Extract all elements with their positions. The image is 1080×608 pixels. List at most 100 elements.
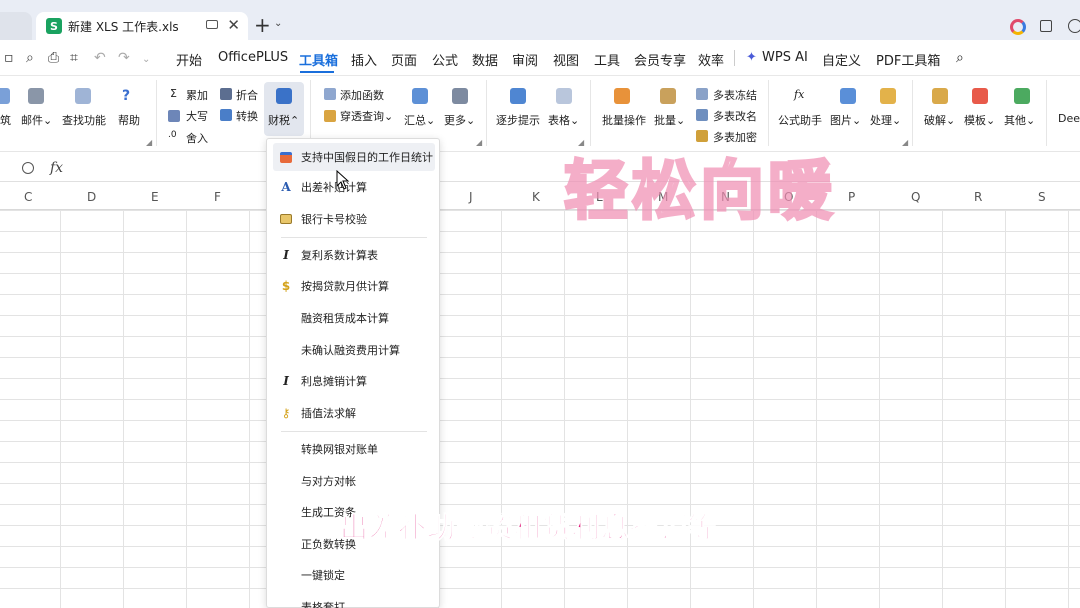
add-function-button[interactable]: 添加函数 xyxy=(340,87,384,103)
menu-page[interactable]: 页面 xyxy=(391,50,417,69)
process-button[interactable]: 处理⌄ xyxy=(870,112,901,128)
print-preview-icon[interactable]: ⌗ xyxy=(70,50,78,66)
column-header[interactable]: S xyxy=(1038,190,1046,204)
find-icon[interactable] xyxy=(75,88,91,104)
picture-icon[interactable] xyxy=(840,88,856,104)
menu-wps-ai[interactable]: WPS AI xyxy=(762,50,808,65)
menu-item-lease-cost[interactable]: 融资租赁成本计算 xyxy=(273,304,435,332)
mail-icon[interactable] xyxy=(28,88,44,104)
menu-formula[interactable]: 公式 xyxy=(432,50,458,69)
menu-item-compound-interest[interactable]: I 复利系数计算表 xyxy=(273,241,435,269)
other-icon[interactable] xyxy=(1014,88,1030,104)
column-header[interactable]: R xyxy=(974,190,982,204)
column-header[interactable]: F xyxy=(214,190,221,204)
column-header[interactable]: C xyxy=(24,190,32,204)
deepseek-button[interactable]: Deep xyxy=(1058,112,1080,125)
spreadsheet-grid[interactable] xyxy=(0,210,1080,608)
menu-member[interactable]: 会员专享 xyxy=(634,50,686,69)
drill-query-button[interactable]: 穿透查询⌄ xyxy=(340,108,393,124)
new-tab-button[interactable]: + xyxy=(254,15,271,35)
menu-item-table-print[interactable]: 表格套打 xyxy=(273,593,435,608)
print-icon[interactable]: ⎙ xyxy=(48,50,59,66)
column-header[interactable]: J xyxy=(469,190,473,204)
template-icon[interactable] xyxy=(972,88,988,104)
undo-icon[interactable]: ↶ xyxy=(94,50,106,66)
menu-home[interactable]: 开始 xyxy=(176,50,202,69)
template-button[interactable]: 模板⌄ xyxy=(964,112,995,128)
find-function-button[interactable]: 查找功能 xyxy=(62,112,106,128)
export-icon[interactable]: ⌕ xyxy=(26,50,34,66)
formula-helper-button[interactable]: 公式助手 xyxy=(778,112,822,128)
more-button[interactable]: 更多⌄ xyxy=(444,112,475,128)
menu-tools[interactable]: 工具 xyxy=(594,50,620,69)
multi-rename-button[interactable]: 多表改名 xyxy=(713,108,757,124)
menu-toolbox[interactable]: 工具箱 xyxy=(299,50,338,69)
picture-button[interactable]: 图片⌄ xyxy=(830,112,861,128)
more-icon[interactable] xyxy=(452,88,468,104)
step-hint-button[interactable]: 逐步提示 xyxy=(496,112,540,128)
crack-button[interactable]: 破解⌄ xyxy=(924,112,955,128)
menu-officeplus[interactable]: OfficePLUS xyxy=(218,50,288,65)
group-expand-icon[interactable]: ◢ xyxy=(146,138,152,147)
menu-data[interactable]: 数据 xyxy=(472,50,498,69)
daxie-button[interactable]: 大写 xyxy=(186,108,208,124)
monitor-icon[interactable] xyxy=(206,20,218,29)
account-icon[interactable] xyxy=(1068,19,1080,33)
save-icon[interactable]: ▫ xyxy=(4,50,14,66)
crack-icon[interactable] xyxy=(932,88,948,104)
help-icon[interactable]: ? xyxy=(122,88,130,104)
menu-pdf-toolbox[interactable]: PDF工具箱 xyxy=(876,50,940,69)
menu-insert[interactable]: 插入 xyxy=(351,50,377,69)
table-button[interactable]: 表格⌄ xyxy=(548,112,579,128)
zoom-icon[interactable] xyxy=(22,162,34,174)
column-header[interactable]: E xyxy=(151,190,159,204)
column-header[interactable]: D xyxy=(87,190,96,204)
mail-button[interactable]: 邮件⌄ xyxy=(21,112,52,128)
process-icon[interactable] xyxy=(880,88,896,104)
zhehe-button[interactable]: 折合 xyxy=(236,87,258,103)
menu-item-one-click-lock[interactable]: 一键锁定 xyxy=(273,561,435,589)
help-button[interactable]: 帮助 xyxy=(118,112,140,128)
column-header[interactable]: K xyxy=(532,190,540,204)
wps-assistant-icon[interactable] xyxy=(1010,19,1026,35)
leijia-button[interactable]: 累加 xyxy=(186,87,208,103)
batch-operation-icon[interactable] xyxy=(614,88,630,104)
sheru-button[interactable]: 舍入 xyxy=(186,130,208,146)
restore-window-icon[interactable] xyxy=(1040,20,1052,32)
fx-icon[interactable]: fx xyxy=(50,160,63,176)
menu-item-interpolation[interactable]: ⚷ 插值法求解 xyxy=(273,399,435,427)
multi-freeze-button[interactable]: 多表冻结 xyxy=(713,87,757,103)
ribbon-col1-label[interactable]: 筑 xyxy=(0,112,11,128)
previous-tab[interactable] xyxy=(0,12,32,40)
menu-customize[interactable]: 自定义 xyxy=(822,50,861,69)
table-icon[interactable] xyxy=(556,88,572,104)
batch-operation-button[interactable]: 批量操作 xyxy=(602,112,646,128)
menu-item-bank-card-check[interactable]: 银行卡号校验 xyxy=(273,205,435,233)
step-hint-icon[interactable] xyxy=(510,88,526,104)
batch-icon[interactable] xyxy=(660,88,676,104)
menu-view[interactable]: 视图 xyxy=(553,50,579,69)
formula-helper-icon[interactable]: fx xyxy=(794,88,804,101)
redo-icon[interactable]: ↷ xyxy=(118,50,130,66)
chevron-down-icon[interactable]: ⌄ xyxy=(274,18,282,29)
menu-item-interest-amortization[interactable]: I 利息摊销计算 xyxy=(273,367,435,395)
menu-efficiency[interactable]: 效率 xyxy=(698,50,724,69)
summary-button[interactable]: 汇总⌄ xyxy=(404,112,435,128)
search-icon[interactable]: ⌕ xyxy=(956,50,964,66)
menu-item-mortgage[interactable]: $ 按揭贷款月供计算 xyxy=(273,272,435,300)
menu-item-bank-statement[interactable]: 转换网银对账单 xyxy=(273,435,435,463)
summary-icon[interactable] xyxy=(412,88,428,104)
menu-item-reconcile[interactable]: 与对方对帐 xyxy=(273,467,435,495)
other-button[interactable]: 其他⌄ xyxy=(1004,112,1035,128)
zhuanhuan-button[interactable]: 转换 xyxy=(236,108,258,124)
chevron-down-icon[interactable]: ⌄ xyxy=(142,54,150,65)
tool-icon[interactable] xyxy=(0,88,10,104)
batch-button[interactable]: 批量⌄ xyxy=(654,112,685,128)
document-tab[interactable]: S 新建 XLS 工作表.xls ✕ xyxy=(36,12,248,40)
group-expand-icon[interactable]: ◢ xyxy=(476,138,482,147)
menu-item-travel-allowance[interactable]: A 出差补贴计算 xyxy=(273,173,435,201)
menu-review[interactable]: 审阅 xyxy=(512,50,538,69)
close-tab-icon[interactable]: ✕ xyxy=(227,16,240,34)
menu-item-holiday-workday[interactable]: 支持中国假日的工作日统计 xyxy=(273,143,435,171)
menu-item-unrecognized-financing[interactable]: 未确认融资费用计算 xyxy=(273,336,435,364)
